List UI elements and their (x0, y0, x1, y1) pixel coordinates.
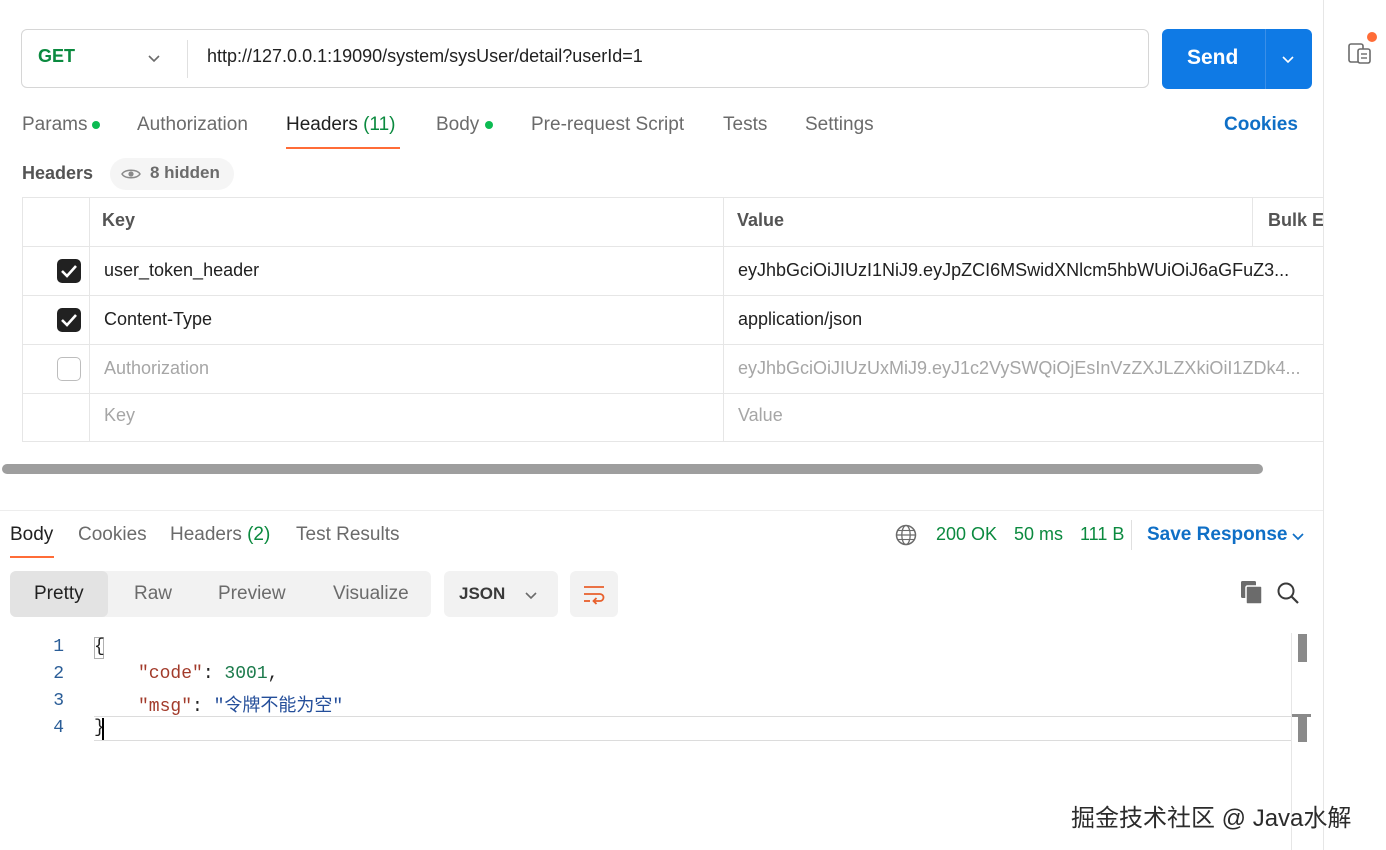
pane-divider[interactable] (0, 510, 1323, 511)
editor-scrollbar-thumb[interactable] (1298, 634, 1307, 662)
response-tab-test-results[interactable]: Test Results (296, 524, 399, 546)
header-key[interactable]: Authorization (104, 358, 704, 379)
header-value[interactable]: application/json (738, 309, 1310, 330)
url-input[interactable]: http://127.0.0.1:19090/system/sysUser/de… (207, 46, 643, 67)
view-visualize-button[interactable]: Visualize (333, 583, 409, 605)
chevron-down-icon[interactable] (523, 587, 539, 603)
active-line-highlight (94, 716, 1292, 741)
response-size[interactable]: 111 B (1080, 524, 1124, 545)
json-colon: : (192, 697, 214, 717)
json-key: "code" (138, 664, 203, 684)
new-value-input[interactable]: Value (738, 405, 783, 426)
response-headers-count: (2) (247, 524, 271, 545)
view-preview-button[interactable]: Preview (218, 583, 286, 605)
code-line-2[interactable]: "code": 3001, (138, 664, 278, 684)
json-number: 3001 (224, 664, 268, 684)
hidden-headers-label[interactable]: 8 hidden (150, 163, 220, 183)
response-tab-body[interactable]: Body (10, 524, 53, 546)
method-select[interactable]: GET (38, 46, 75, 67)
json-colon: : (202, 664, 225, 684)
save-response-button[interactable]: Save Response (1147, 524, 1287, 546)
headers-section-title: Headers (22, 163, 94, 183)
tab-body[interactable]: Body (436, 114, 479, 136)
view-pretty-button[interactable]: Pretty (34, 583, 84, 605)
column-divider (89, 197, 90, 442)
tab-pre-request-script[interactable]: Pre-request Script (531, 114, 684, 136)
copy-icon[interactable] (1240, 580, 1264, 606)
checkmark-icon (61, 265, 77, 278)
table-divider (22, 344, 1323, 345)
new-key-input[interactable]: Key (104, 405, 135, 426)
tab-headers[interactable]: Headers (11) (286, 114, 396, 136)
tab-params[interactable]: Params (22, 114, 87, 136)
chevron-down-icon[interactable] (1290, 528, 1306, 544)
row-checkbox[interactable] (57, 357, 81, 381)
table-divider (22, 295, 1323, 296)
column-divider (723, 197, 724, 442)
body-indicator-dot (485, 121, 493, 129)
column-header-value: Value (737, 210, 785, 230)
checkmark-icon (61, 314, 77, 327)
json-key: "msg" (138, 697, 193, 717)
active-tab-underline (286, 147, 400, 149)
line-number: 2 (53, 664, 64, 684)
cookies-link[interactable]: Cookies (1224, 114, 1298, 136)
code-line-3[interactable]: "msg": "令牌不能为空" (138, 691, 343, 717)
column-header-key: Key (102, 210, 136, 230)
header-key[interactable]: Content-Type (104, 309, 704, 330)
response-tab-underline (10, 556, 54, 558)
table-divider (22, 393, 1323, 394)
tab-tests[interactable]: Tests (723, 114, 767, 136)
documentation-icon[interactable] (1348, 40, 1372, 66)
tab-authorization[interactable]: Authorization (137, 114, 248, 136)
watermark: 掘金技术社区 @ Java水解 (1071, 805, 1352, 832)
line-number: 4 (53, 718, 64, 738)
globe-icon[interactable] (895, 524, 917, 546)
row-checkbox[interactable] (57, 308, 81, 332)
url-divider (187, 40, 188, 78)
format-select-label[interactable]: JSON (459, 584, 505, 604)
bulk-edit-button[interactable]: Bulk Ed (1268, 210, 1323, 231)
code-open-brace[interactable]: { (94, 637, 105, 657)
table-divider (22, 246, 1323, 247)
right-sidebar (1323, 0, 1386, 850)
eye-icon[interactable] (121, 166, 141, 182)
header-value[interactable]: eyJhbGciOiJIUzUxMiJ9.eyJ1c2VySWQiOjEsInV… (738, 358, 1312, 379)
tab-settings[interactable]: Settings (805, 114, 874, 136)
header-value[interactable]: eyJhbGciOiJIUzI1NiJ9.eyJpZCI6MSwidXNlcm5… (738, 260, 1310, 281)
text-cursor (102, 718, 104, 740)
send-button-label[interactable]: Send (1187, 46, 1238, 70)
horizontal-scrollbar[interactable] (2, 464, 1263, 474)
params-indicator-dot (92, 121, 100, 129)
line-number: 3 (53, 691, 64, 711)
row-checkbox[interactable] (57, 259, 81, 283)
response-tab-headers-label: Headers (170, 524, 242, 545)
status-divider (1131, 520, 1132, 550)
header-key[interactable]: user_token_header (104, 260, 704, 281)
send-divider (1265, 29, 1266, 89)
chevron-down-icon[interactable] (146, 50, 162, 66)
response-tab-headers[interactable]: Headers (2) (170, 524, 270, 546)
line-number: 1 (53, 637, 64, 657)
response-tab-cookies[interactable]: Cookies (78, 524, 147, 546)
bulk-edit-clip: Bulk Ed (1253, 197, 1323, 246)
tab-headers-count: (11) (363, 114, 396, 135)
search-icon[interactable] (1276, 581, 1300, 605)
json-comma: , (267, 664, 279, 684)
send-options-chevron-icon[interactable] (1280, 51, 1296, 67)
json-string: "令牌不能为空" (213, 697, 344, 717)
tab-headers-label: Headers (286, 114, 358, 135)
status-code[interactable]: 200 OK (936, 524, 997, 545)
notification-dot (1367, 32, 1377, 42)
editor-scrollbar-marker (1298, 716, 1307, 742)
wrap-lines-icon[interactable] (581, 582, 607, 606)
view-raw-button[interactable]: Raw (134, 583, 172, 605)
response-time[interactable]: 50 ms (1014, 524, 1063, 545)
